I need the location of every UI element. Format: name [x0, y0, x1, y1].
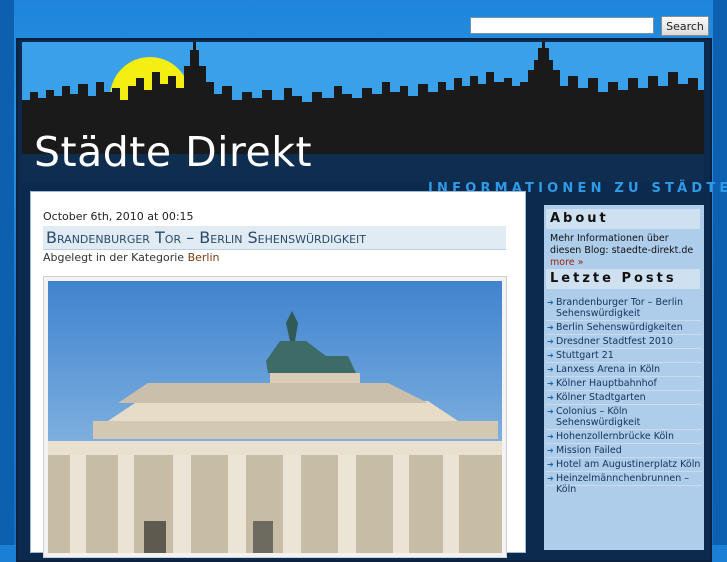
list-item[interactable]: ➔ Mission Failed: [546, 444, 702, 458]
post-link[interactable]: Lanxess Arena in Köln: [556, 364, 660, 375]
list-item[interactable]: ➔ Kölner Stadtgarten: [546, 391, 702, 405]
arrow-icon: ➔: [547, 446, 554, 455]
list-item[interactable]: ➔ Dresdner Stadtfest 2010: [546, 335, 702, 349]
arrow-icon: ➔: [547, 323, 554, 332]
search-input[interactable]: [470, 17, 654, 34]
list-item[interactable]: ➔ Stuttgart 21: [546, 349, 702, 363]
post-link[interactable]: Berlin Sehenswürdigkeiten: [556, 322, 683, 333]
post-link[interactable]: Kölner Stadtgarten: [556, 392, 646, 403]
post-link[interactable]: Brandenburger Tor – Berlin Sehenswürdigk…: [556, 297, 683, 319]
post-link[interactable]: Hohenzollernbrücke Köln: [556, 431, 674, 442]
arrow-icon: ➔: [547, 365, 554, 374]
about-description: Mehr Informationen über diesen Blog: sta…: [550, 233, 694, 256]
arrow-icon: ➔: [547, 460, 554, 469]
arrow-icon: ➔: [547, 407, 554, 416]
post-link[interactable]: Dresdner Stadtfest 2010: [556, 336, 673, 347]
post-link[interactable]: Hotel am Augustinerplatz Köln: [556, 459, 700, 470]
arrow-icon: ➔: [547, 298, 554, 307]
site-title[interactable]: Städte Direkt: [34, 128, 312, 176]
arrow-icon: ➔: [547, 393, 554, 402]
arrow-icon: ➔: [547, 474, 554, 483]
sidebar: About Mehr Informationen über diesen Blo…: [544, 205, 704, 550]
site-header[interactable]: Städte Direkt: [22, 42, 704, 182]
search-button[interactable]: Search: [661, 16, 709, 36]
list-item[interactable]: ➔ Hohenzollernbrücke Köln: [546, 430, 702, 444]
post-link[interactable]: Mission Failed: [556, 445, 622, 456]
category-prefix: Abgelegt in der Kategorie: [43, 251, 185, 264]
list-item[interactable]: ➔ Lanxess Arena in Köln: [546, 363, 702, 377]
list-item[interactable]: ➔ Heinzelmännchenbrunnen – Köln: [546, 472, 702, 495]
latest-posts-list: ➔ Brandenburger Tor – Berlin Sehenswürdig…: [546, 296, 702, 495]
category-link[interactable]: Berlin: [188, 251, 220, 264]
post-link[interactable]: Kölner Hauptbahnhof: [556, 378, 657, 389]
arrow-icon: ➔: [547, 432, 554, 441]
arrow-icon: ➔: [547, 379, 554, 388]
arrow-icon: ➔: [547, 337, 554, 346]
brandenburg-gate-photo: [48, 281, 502, 553]
about-text: Mehr Informationen über diesen Blog: sta…: [550, 233, 700, 269]
list-item[interactable]: ➔ Colonius – Köln Sehenswürdigkeit: [546, 405, 702, 430]
about-heading: About: [546, 209, 700, 229]
about-more-link[interactable]: more »: [550, 257, 583, 268]
post-date: October 6th, 2010 at 00:15: [43, 210, 194, 223]
post-category: Abgelegt in der Kategorie Berlin: [43, 251, 220, 264]
list-item[interactable]: ➔ Berlin Sehenswürdigkeiten: [546, 321, 702, 335]
list-item[interactable]: ➔ Brandenburger Tor – Berlin Sehenswürdig…: [546, 296, 702, 321]
latest-posts-heading: Letzte Posts: [546, 269, 700, 289]
post-link[interactable]: Stuttgart 21: [556, 350, 614, 361]
main-content: October 6th, 2010 at 00:15 Brandenburger…: [30, 191, 526, 558]
post-title[interactable]: Brandenburger Tor – Berlin Sehenswürdigk…: [43, 226, 506, 250]
list-item[interactable]: ➔ Kölner Hauptbahnhof: [546, 377, 702, 391]
list-item[interactable]: ➔ Hotel am Augustinerplatz Köln: [546, 458, 702, 472]
post-image: [43, 276, 507, 558]
post-link[interactable]: Colonius – Köln Sehenswürdigkeit: [556, 406, 640, 428]
post-link[interactable]: Heinzelmännchenbrunnen – Köln: [556, 473, 689, 495]
arrow-icon: ➔: [547, 351, 554, 360]
